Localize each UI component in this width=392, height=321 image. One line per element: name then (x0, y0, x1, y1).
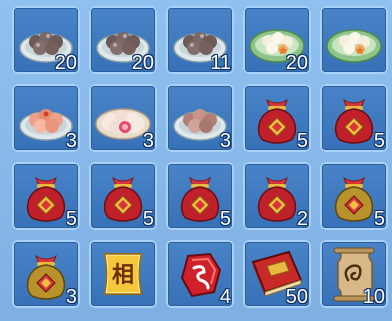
inventory-grid: 20 20 11 20 3 3 3 5 5 5 5 5 2 5 3 相 4 50… (0, 0, 392, 321)
item-count: 4 (219, 286, 231, 308)
item-count: 5 (65, 208, 77, 230)
item-count: 5 (219, 208, 231, 230)
inventory-slot[interactable]: 50 (243, 240, 311, 308)
inventory-slot[interactable]: 5 (89, 162, 157, 230)
item-count: 20 (131, 52, 154, 74)
item-count: 3 (65, 286, 77, 308)
white-dumpling-plate-icon (326, 29, 382, 63)
inventory-slot[interactable]: 5 (320, 162, 388, 230)
inventory-slot[interactable]: 10 (320, 240, 388, 308)
item-count: 5 (373, 208, 385, 230)
inventory-slot[interactable]: 20 (243, 6, 311, 74)
xiang-scroll-icon: 相 (103, 253, 143, 295)
item-count: 3 (142, 130, 154, 152)
inventory-slot[interactable]: 5 (243, 84, 311, 152)
inventory-slot[interactable]: 5 (320, 84, 388, 152)
item-count: 2 (296, 208, 308, 230)
inventory-slot[interactable]: 5 (12, 162, 80, 230)
item-count: 50 (285, 286, 308, 308)
item-count: 3 (219, 130, 231, 152)
item-count: 20 (285, 52, 308, 74)
inventory-slot[interactable]: 4 (166, 240, 234, 308)
inventory-slot[interactable]: 3 (12, 84, 80, 152)
item-count: 3 (65, 130, 77, 152)
inventory-slot[interactable]: 11 (166, 6, 234, 74)
inventory-slot[interactable]: 3 (89, 84, 157, 152)
inventory-slot[interactable]: 20 (89, 6, 157, 74)
item-count: 5 (373, 130, 385, 152)
item-count: 20 (54, 52, 77, 74)
item-count: 5 (296, 130, 308, 152)
inventory-slot[interactable]: 3 (12, 240, 80, 308)
item-count: 11 (210, 52, 231, 74)
inventory-slot[interactable]: 5 (166, 162, 234, 230)
item-count: 10 (362, 286, 385, 308)
inventory-slot[interactable]: 2 (243, 162, 311, 230)
item-count: 5 (142, 208, 154, 230)
inventory-slot[interactable]: 3 (166, 84, 234, 152)
inventory-slot[interactable]: 相 (89, 240, 157, 308)
inventory-slot[interactable]: 20 (12, 6, 80, 74)
scroll-glyph: 相 (112, 263, 134, 288)
inventory-slot[interactable] (320, 6, 388, 74)
